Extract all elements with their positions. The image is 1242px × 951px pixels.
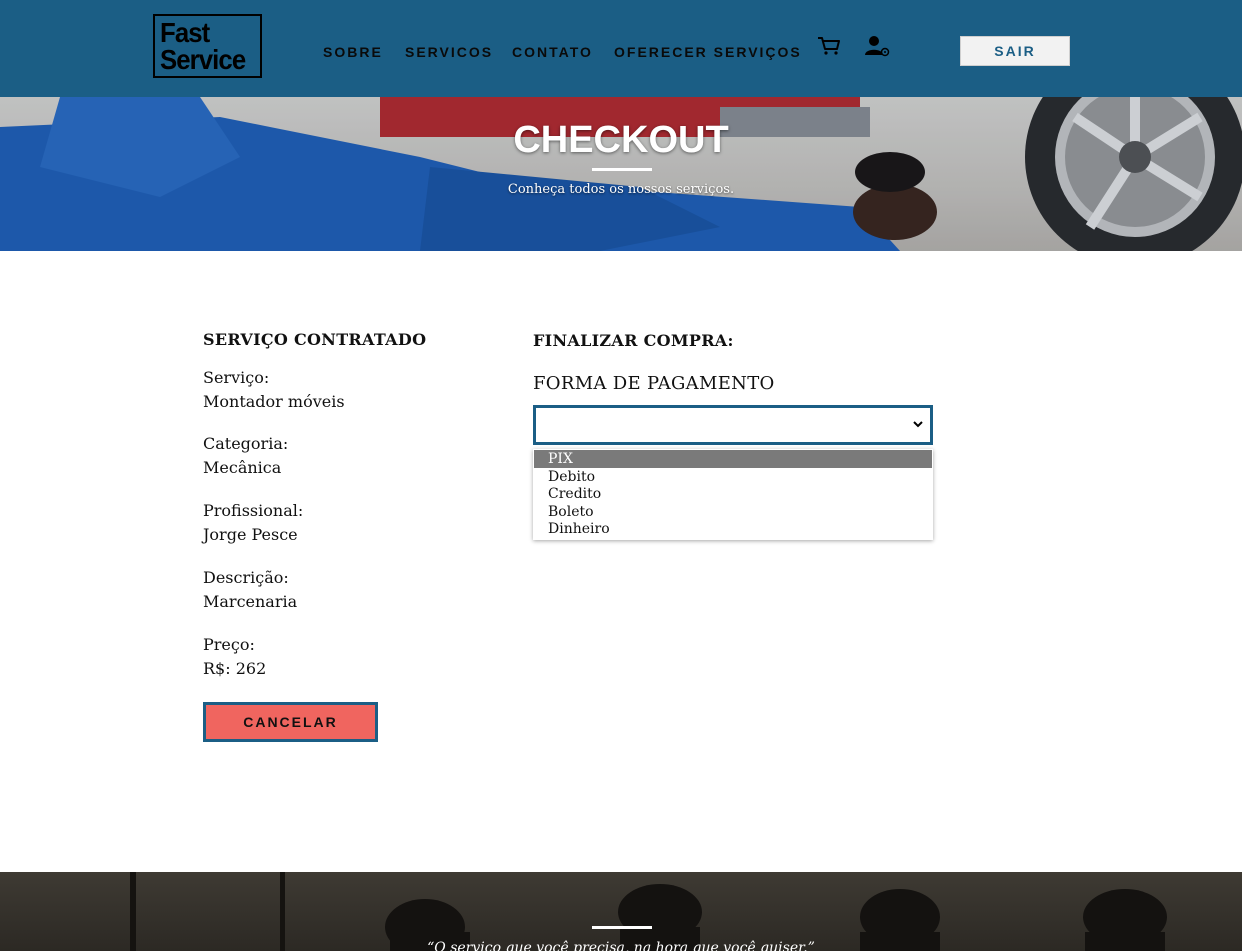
field-label: Serviço: xyxy=(203,368,270,387)
title-underline xyxy=(592,168,652,171)
nav-sobre[interactable]: SOBRE xyxy=(323,44,383,60)
logo[interactable]: Fast Service xyxy=(153,14,262,78)
option-credito[interactable]: Credito xyxy=(534,485,932,503)
field-label: Preço: xyxy=(203,635,255,654)
page-title: CHECKOUT xyxy=(513,119,729,161)
nav-oferecer-servicos[interactable]: OFERECER SERVIÇOS xyxy=(614,44,802,60)
top-header: Fast Service SOBRE SERVICOS CONTATO OFER… xyxy=(0,0,1242,97)
nav-contato[interactable]: CONTATO xyxy=(512,44,593,60)
shopping-cart-icon[interactable] xyxy=(817,36,841,56)
user-settings-icon[interactable] xyxy=(864,35,890,57)
cancel-button[interactable]: CANCELAR xyxy=(203,702,378,742)
field-value: Marcenaria xyxy=(203,592,298,611)
checkout-title: FINALIZAR COMPRA: xyxy=(533,331,734,350)
page-subtitle: Conheça todos os nossos serviços. xyxy=(507,182,735,197)
footer-banner: “O serviço que você precisa, na hora que… xyxy=(0,872,1242,951)
logo-line-2: Service xyxy=(160,44,246,75)
option-pix[interactable]: PIX xyxy=(534,450,932,468)
nav-servicos[interactable]: SERVICOS xyxy=(405,44,493,60)
option-dinheiro[interactable]: Dinheiro xyxy=(534,520,932,538)
payment-method-select[interactable] xyxy=(533,405,933,445)
field-value: Montador móveis xyxy=(203,392,345,411)
payment-method-label: FORMA DE PAGAMENTO xyxy=(533,373,775,394)
chevron-down-icon xyxy=(913,421,923,428)
logo-line-1: Fast xyxy=(160,17,210,48)
payment-options-list: PIX Debito Credito Boleto Dinheiro xyxy=(533,449,933,540)
option-boleto[interactable]: Boleto xyxy=(534,503,932,521)
field-value: Jorge Pesce xyxy=(203,525,298,544)
footer-divider xyxy=(592,926,652,929)
summary-title: SERVIÇO CONTRATADO xyxy=(203,330,427,349)
field-label: Categoria: xyxy=(203,434,289,453)
hero-banner: CHECKOUT Conheça todos os nossos serviço… xyxy=(0,97,1242,251)
field-value: Mecânica xyxy=(203,458,282,477)
field-value: R$: 262 xyxy=(203,659,267,678)
field-label: Descrição: xyxy=(203,568,289,587)
field-price: Preço: R$: 262 xyxy=(203,633,266,681)
field-description: Descrição: Marcenaria xyxy=(203,566,297,614)
field-label: Profissional: xyxy=(203,501,304,520)
option-debito[interactable]: Debito xyxy=(534,468,932,486)
footer-quote: “O serviço que você precisa, na hora que… xyxy=(427,940,815,951)
field-category: Categoria: Mecânica xyxy=(203,432,288,480)
logout-button[interactable]: SAIR xyxy=(960,36,1070,66)
field-service: Serviço: Montador móveis xyxy=(203,366,345,414)
field-professional: Profissional: Jorge Pesce xyxy=(203,499,303,547)
